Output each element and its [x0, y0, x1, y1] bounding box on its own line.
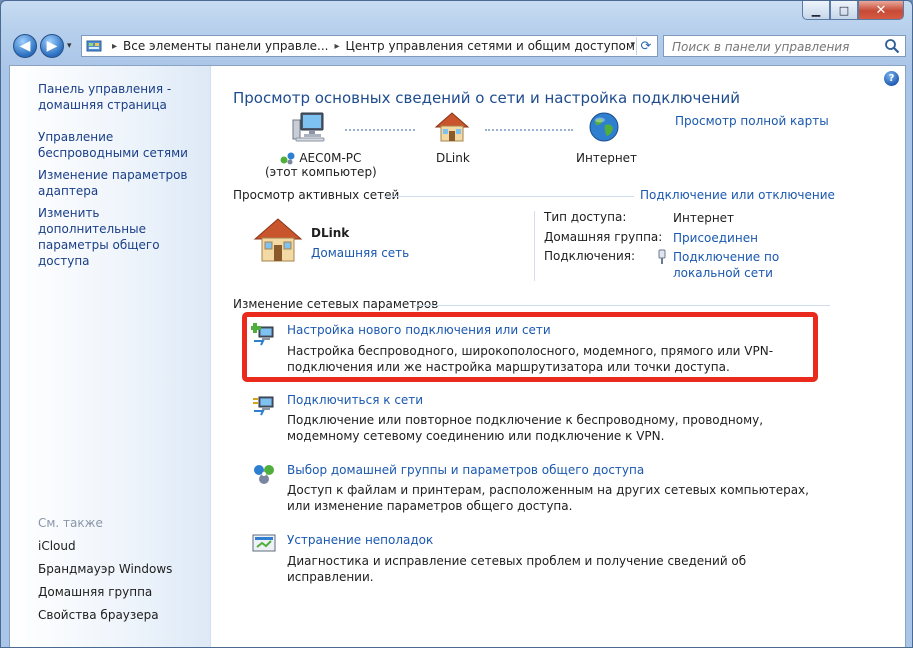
map-node-router: DLink [436, 151, 470, 165]
breadcrumb-separator[interactable]: ▸ [112, 41, 117, 52]
network-workstation-icon [280, 152, 295, 165]
section-divider [384, 196, 634, 197]
close-button[interactable]: ✕ [858, 1, 904, 20]
breadcrumb-separator[interactable]: ▸ [334, 41, 339, 52]
access-type-label: Тип доступа: [544, 210, 627, 224]
internet-globe-icon[interactable] [588, 111, 620, 143]
page-title: Просмотр основных сведений о сети и наст… [233, 89, 740, 107]
window: ▁ □ ✕ ◀ ▶ ▾ ▸ Все элементы панели управл… [0, 0, 913, 648]
navigation-toolbar: ◀ ▶ ▾ ▸ Все элементы панели управле... ▸… [1, 29, 912, 65]
network-name: DLink [311, 226, 350, 240]
connect-network-icon[interactable] [251, 391, 277, 417]
troubleshoot-icon[interactable] [251, 531, 277, 557]
computer-name: AEC0M-PC [299, 151, 362, 165]
task-connect-network-link[interactable]: Подключиться к сети [287, 393, 423, 407]
sidebar-link-advanced-sharing[interactable]: Изменить дополнительные параметры общего… [38, 205, 206, 269]
sidebar-link-adapter-settings[interactable]: Изменение параметров адаптера [38, 167, 206, 199]
homegroup-value-link[interactable]: Присоединен [673, 230, 758, 246]
refresh-button[interactable]: ⟳ [636, 37, 655, 55]
router-house-icon[interactable] [434, 111, 470, 143]
map-connection-line [345, 129, 415, 131]
local-connection-link[interactable]: Подключение по локальной сети [673, 249, 783, 281]
access-type-value: Интернет [673, 211, 735, 225]
ethernet-plug-icon [658, 249, 666, 264]
computer-icon[interactable] [292, 111, 326, 143]
highlight-annotation-box [242, 312, 818, 382]
see-also-homegroup[interactable]: Домашняя группа [38, 585, 152, 599]
address-bar[interactable]: ▸ Все элементы панели управле... ▸ Центр… [81, 35, 658, 57]
network-type-link[interactable]: Домашняя сеть [311, 246, 409, 260]
properties-divider [534, 211, 535, 281]
main-panel: Просмотр основных сведений о сети и наст… [210, 66, 907, 647]
task-troubleshoot-desc: Диагностика и исправление сетевых пробле… [287, 554, 747, 584]
search-input[interactable] [670, 37, 874, 57]
full-map-link[interactable]: Просмотр полной карты [675, 114, 829, 128]
see-also-browser-properties[interactable]: Свойства браузера [38, 608, 159, 622]
caption-buttons: ▁ □ ✕ [802, 1, 904, 20]
back-button[interactable]: ◀ [13, 34, 37, 58]
home-network-icon [253, 218, 303, 262]
map-node-internet: Интернет [576, 151, 638, 165]
change-settings-heading: Изменение сетевых параметров [233, 297, 439, 311]
breadcrumb-network-center[interactable]: Центр управления сетями и общим доступом [346, 39, 635, 53]
see-also-firewall[interactable]: Брандмауэр Windows [38, 562, 172, 576]
minimize-button[interactable]: ▁ [802, 1, 830, 20]
homegroup-sharing-icon[interactable] [251, 461, 277, 487]
map-node-computer: AEC0M-PC (этот компьютер) [265, 151, 377, 179]
active-networks-heading: Просмотр активных сетей [233, 188, 400, 202]
computer-sub-label: (этот компьютер) [265, 165, 377, 179]
task-homegroup-link[interactable]: Выбор домашней группы и параметров общег… [287, 463, 644, 477]
sidebar-link-manage-wireless[interactable]: Управление беспроводными сетями [38, 129, 206, 161]
task-homegroup-desc: Доступ к файлам и принтерам, расположенн… [287, 483, 809, 513]
map-connection-line [485, 129, 573, 131]
search-box[interactable] [663, 35, 906, 57]
breadcrumb-all-items[interactable]: Все элементы панели управле... [123, 39, 328, 53]
see-also-icloud[interactable]: iCloud [38, 539, 76, 553]
connections-label: Подключения: [544, 249, 636, 263]
task-troubleshoot-link[interactable]: Устранение неполадок [287, 533, 433, 547]
search-icon[interactable] [884, 38, 900, 54]
sidebar: Панель управления - домашняя страница Уп… [10, 66, 211, 647]
task-connect-network-desc: Подключение или повторное подключение к … [287, 413, 764, 443]
maximize-button[interactable]: □ [830, 1, 858, 20]
recent-pages-dropdown[interactable]: ▾ [67, 41, 72, 51]
forward-button[interactable]: ▶ [40, 34, 64, 58]
homegroup-label: Домашняя группа: [544, 230, 663, 244]
address-dropdown-icon[interactable]: ▾ [630, 40, 635, 50]
content-area: Панель управления - домашняя страница Уп… [9, 65, 907, 647]
connect-disconnect-link[interactable]: Подключение или отключение [640, 188, 835, 202]
see-also-heading: См. также [38, 516, 103, 530]
section-divider [414, 305, 830, 306]
control-panel-icon [86, 40, 102, 52]
sidebar-link-control-panel-home[interactable]: Панель управления - домашняя страница [38, 81, 206, 113]
